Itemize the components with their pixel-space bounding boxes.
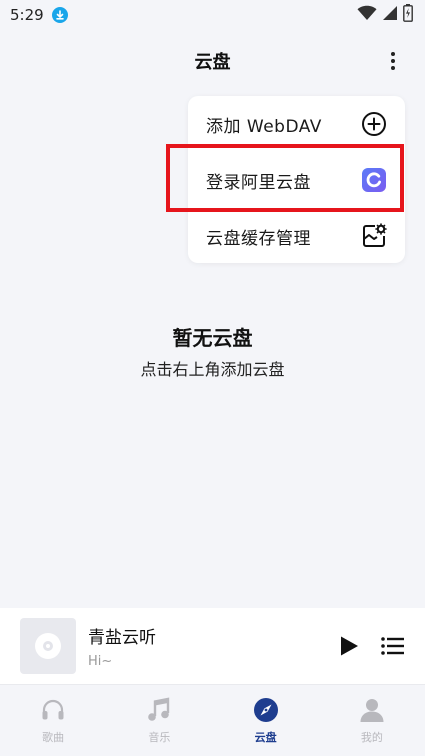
nav-label: 云盘 (254, 731, 277, 744)
cache-settings-icon (361, 223, 387, 249)
track-title: 青盐云听 (88, 628, 156, 648)
status-bar: 5:29 (0, 0, 425, 30)
nav-label: 歌曲 (42, 731, 65, 744)
track-info: 青盐云听 Hi~ (88, 623, 156, 669)
more-options-icon[interactable] (385, 50, 401, 72)
menu-item-add-webdav[interactable]: 添加 WebDAV (188, 96, 405, 152)
download-icon (51, 7, 68, 23)
app-header: 云盘 (0, 40, 425, 82)
disc-icon (35, 633, 61, 659)
nav-item-songs[interactable]: 歌曲 (0, 685, 106, 756)
music-note-icon (146, 697, 172, 723)
cellular-signal-icon (382, 5, 398, 25)
popup-menu: 添加 WebDAV 登录阿里云盘 云盘缓存管理 (188, 96, 405, 263)
play-icon[interactable] (337, 634, 361, 658)
person-icon (359, 697, 385, 723)
nav-label: 我的 (360, 731, 383, 744)
album-art[interactable] (20, 618, 76, 674)
aliyun-drive-icon (361, 167, 387, 193)
bottom-nav: 歌曲 音乐 云盘 我的 (0, 684, 425, 756)
empty-state-title: 暂无云盘 (172, 326, 253, 350)
status-time: 5:29 (10, 6, 44, 24)
mini-player[interactable]: 青盐云听 Hi~ (0, 608, 425, 684)
empty-state-subtitle: 点击右上角添加云盘 (140, 360, 285, 379)
track-subtitle: Hi~ (88, 654, 113, 669)
page-title: 云盘 (194, 52, 231, 73)
menu-item-cache-management[interactable]: 云盘缓存管理 (188, 208, 405, 264)
headphones-icon (40, 697, 66, 723)
compass-icon (253, 697, 279, 723)
playlist-icon[interactable] (381, 634, 405, 658)
nav-label: 音乐 (148, 731, 171, 744)
wifi-icon (357, 5, 377, 25)
menu-item-label: 云盘缓存管理 (206, 228, 311, 249)
menu-item-login-aliyun-drive[interactable]: 登录阿里云盘 (188, 152, 405, 208)
nav-item-music[interactable]: 音乐 (106, 685, 212, 756)
nav-item-cloud-drive[interactable]: 云盘 (213, 685, 319, 756)
menu-item-label: 登录阿里云盘 (206, 172, 311, 193)
plus-circle-icon (361, 111, 387, 137)
nav-item-mine[interactable]: 我的 (319, 685, 425, 756)
battery-icon (403, 4, 413, 26)
status-icons (357, 4, 413, 26)
menu-item-label: 添加 WebDAV (206, 116, 322, 137)
